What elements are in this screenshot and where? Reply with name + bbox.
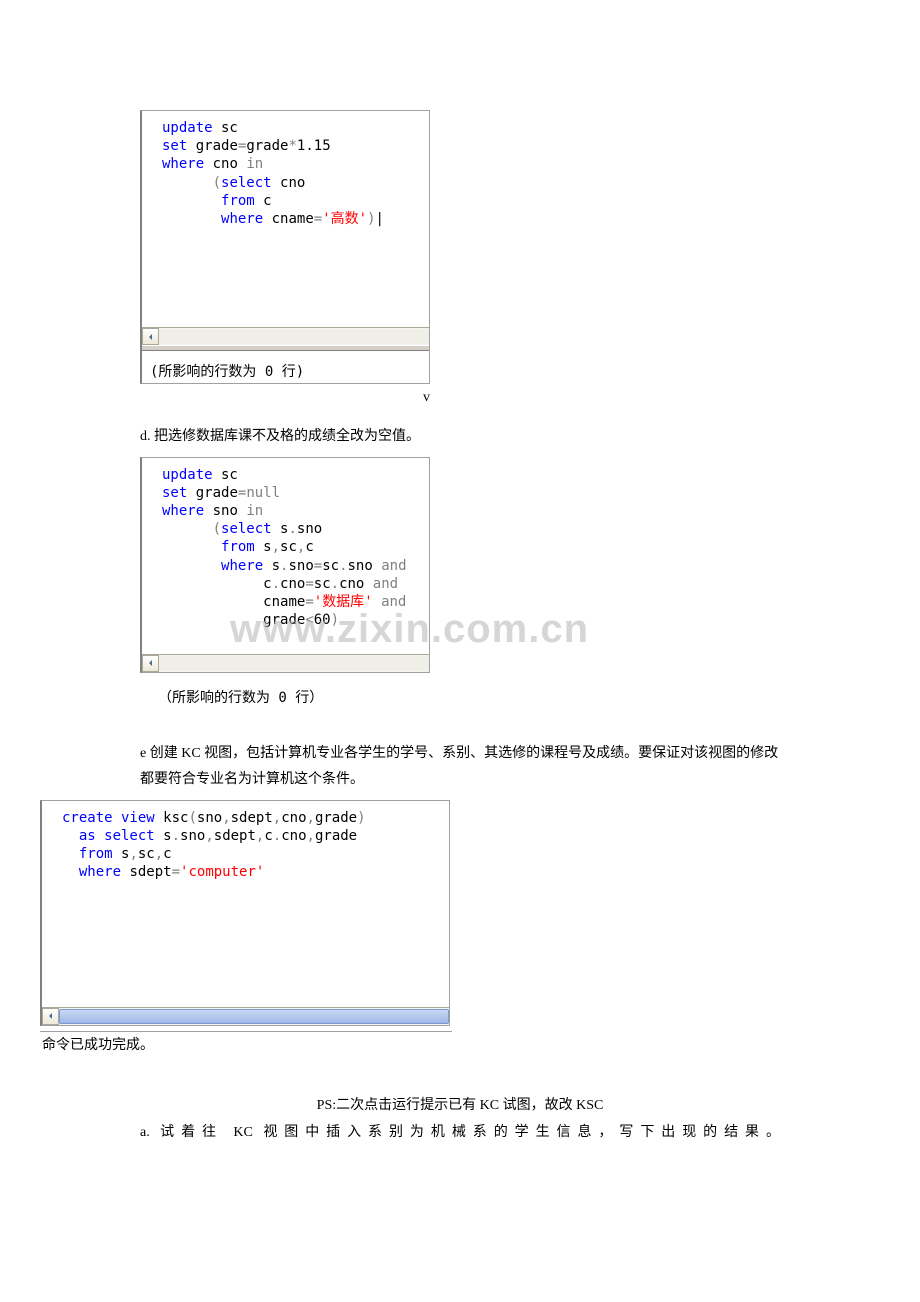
- sql-code-3[interactable]: create view ksc(sno,sdept,cno,grade) as …: [42, 801, 449, 1007]
- horizontal-scrollbar[interactable]: [142, 327, 429, 345]
- horizontal-scrollbar[interactable]: [42, 1007, 449, 1025]
- sql-code-2[interactable]: update sc set grade=null where sno in (s…: [142, 458, 429, 654]
- letter-v: v: [140, 390, 434, 406]
- scroll-track[interactable]: [59, 1008, 449, 1025]
- item-a-text: a. 试着往 KC 视图中插入系别为机械系的学生信息，写下出现的结果。: [140, 1120, 780, 1147]
- result-output-2: （所影响的行数为 0 行）: [158, 687, 780, 707]
- scroll-left-icon[interactable]: [142, 655, 159, 672]
- item-e-text: e 创建 KC 视图，包括计算机专业各学生的学号、系别、其选修的课程号及成绩。要…: [140, 741, 780, 794]
- ps-note: PS:二次点击运行提示已有 KC 试图，故改 KSC: [140, 1094, 780, 1114]
- scroll-left-icon[interactable]: [42, 1008, 59, 1025]
- scroll-track[interactable]: [159, 655, 429, 672]
- result-output-1: (所影响的行数为 0 行): [142, 351, 429, 383]
- item-d-text: d. 把选修数据库课不及格的成绩全改为空值。: [140, 424, 780, 451]
- sql-code-1[interactable]: update sc set grade=grade*1.15 where cno…: [142, 111, 429, 327]
- sql-editor-3: create view ksc(sno,sdept,cno,grade) as …: [40, 800, 450, 1026]
- scroll-track[interactable]: [159, 328, 429, 345]
- scroll-left-icon[interactable]: [142, 328, 159, 345]
- result-output-3: 命令已成功完成。: [40, 1031, 452, 1054]
- sql-editor-1: update sc set grade=grade*1.15 where cno…: [140, 110, 430, 384]
- sql-editor-2: update sc set grade=null where sno in (s…: [140, 457, 430, 673]
- horizontal-scrollbar[interactable]: [142, 654, 429, 672]
